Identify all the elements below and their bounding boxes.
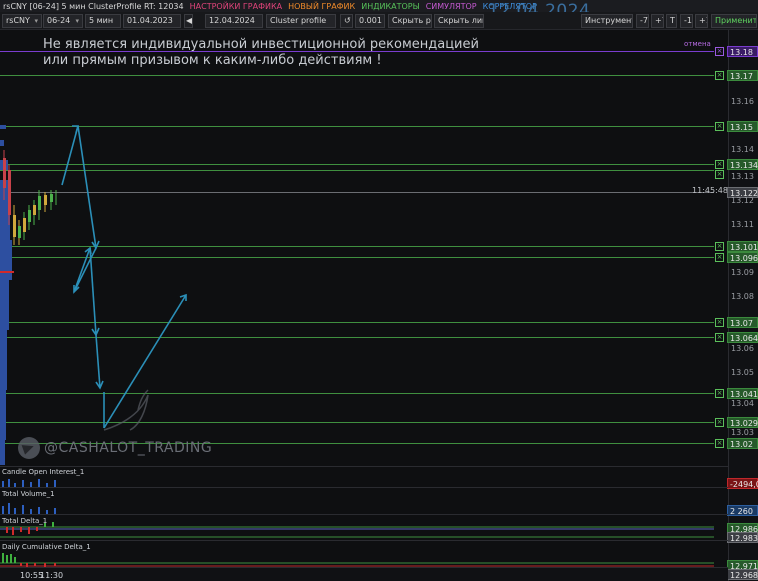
price-tick: 13.03	[731, 428, 754, 437]
date-from-field[interactable]: 01.04.2023▾	[123, 14, 181, 28]
price-tick: 13.12	[731, 196, 754, 205]
price-label: 13.15	[727, 121, 758, 132]
price-tick: 13.05	[731, 368, 754, 377]
volume-pane[interactable]: Total Volume_1	[0, 487, 728, 515]
date-to-field[interactable]: 12.04.2024▾	[205, 14, 263, 28]
today-button[interactable]: T	[666, 14, 677, 28]
menu-indicators[interactable]: ИНДИКАТОРЫ	[361, 2, 419, 11]
time-axis[interactable]: 10:55 11:30	[0, 567, 728, 581]
price-tick: 13.16	[731, 97, 754, 106]
price-tick: 13.14	[731, 145, 754, 154]
menu-new-chart[interactable]: НОВЫЙ ГРАФИК	[288, 2, 355, 11]
price-tick: 13.04	[731, 399, 754, 408]
price-label: 13.18	[727, 46, 758, 57]
watermark: @CASHALOT_TRADING	[18, 437, 212, 459]
price-tick: 13.08	[731, 292, 754, 301]
price-label: 13.02	[727, 438, 758, 449]
price-tick: 13.13	[731, 172, 754, 181]
oi-pane[interactable]: Candle Open Interest_1	[0, 466, 728, 487]
delta-value-label-2: 12.983	[727, 532, 758, 543]
prev-period-button[interactable]: ◀	[184, 14, 193, 28]
chart-drawings	[0, 125, 187, 465]
arrow-left-icon: ◀	[186, 16, 193, 25]
divider	[196, 14, 202, 28]
chevron-down-icon: ▾	[75, 17, 79, 25]
minus1-button[interactable]: -1	[680, 14, 693, 28]
delta-pane[interactable]: Total Delta_1	[0, 514, 728, 540]
chart-title: rsCNY [06-24] 5 мин ClusterProfile RT: 1…	[3, 1, 184, 11]
oi-histogram	[2, 479, 56, 487]
calendar-dropdown-icon: ▾	[173, 27, 177, 28]
time-tick: 11:30	[40, 571, 64, 580]
undo-icon: ↺	[344, 16, 351, 25]
apply-button[interactable]: Применить	[711, 14, 757, 28]
price-axis[interactable]	[728, 30, 758, 581]
telegram-icon	[18, 437, 40, 459]
cumdelta-value-label-2: 12.968	[727, 569, 758, 580]
price-label: 13.064	[727, 332, 758, 343]
price-label: 13.041	[727, 388, 758, 399]
price-tick: 13.06	[731, 344, 754, 353]
symbol-select[interactable]: rsCNY ▾	[2, 14, 42, 28]
calendar-dropdown-icon: ▾	[255, 27, 259, 28]
plus1-button[interactable]: +1	[695, 14, 708, 28]
price-label: 13.096	[727, 252, 758, 263]
minus7-button[interactable]: -7	[636, 14, 649, 28]
hide-drawings-button[interactable]: Скрыть рис.	[388, 14, 432, 28]
forecast-arrows	[61, 125, 187, 429]
oi-value-label: -2494,00	[727, 478, 758, 489]
price-label: 13.101	[727, 241, 758, 252]
price-tick: 13.09	[731, 268, 754, 277]
plus7-button[interactable]: +7	[651, 14, 664, 28]
chart-toolbar: rsCNY▾ 06-24▾ 5 мин▾ 01.04.2023▾ ◀ 12.04…	[0, 12, 758, 30]
whale-logo	[103, 389, 149, 431]
cumdelta-histogram	[0, 553, 714, 567]
volume-histogram	[2, 503, 56, 515]
delta-histogram	[0, 522, 714, 538]
hide-lines-button[interactable]: Скрыть линии	[434, 14, 484, 28]
price-label: 13.029	[727, 417, 758, 428]
price-tick: 13.11	[731, 220, 754, 229]
menu-simulator[interactable]: СИМУЛЯТОР	[426, 2, 477, 11]
contract-select[interactable]: 06-24 ▾	[43, 14, 83, 28]
volume-value-label: 2 260	[727, 505, 758, 516]
reset-button[interactable]: ↺	[340, 14, 353, 28]
menu-chart-settings[interactable]: НАСТРОЙКИ ГРАФИКА	[190, 2, 282, 11]
cumdelta-pane[interactable]: Daily Cumulative Delta_1	[0, 540, 728, 567]
chevron-down-icon: ▾	[113, 27, 117, 28]
price-label: 13.07	[727, 317, 758, 328]
timeframe-select[interactable]: 5 мин▾	[85, 14, 121, 28]
price-label: 13.134	[727, 159, 758, 170]
candles	[3, 150, 57, 245]
step-field[interactable]: 0.001	[355, 14, 385, 28]
chevron-down-icon: ▾	[328, 27, 332, 28]
instruments-button[interactable]: Инструменты	[581, 14, 633, 28]
price-label: 13.17	[727, 70, 758, 81]
chevron-down-icon: ▾	[34, 17, 38, 25]
profile-type-select[interactable]: Cluster profile▾	[266, 14, 336, 28]
poc-marker	[0, 271, 14, 273]
window-titlebar: rsCNY [06-24] 5 мин ClusterProfile RT: 1…	[0, 0, 758, 12]
